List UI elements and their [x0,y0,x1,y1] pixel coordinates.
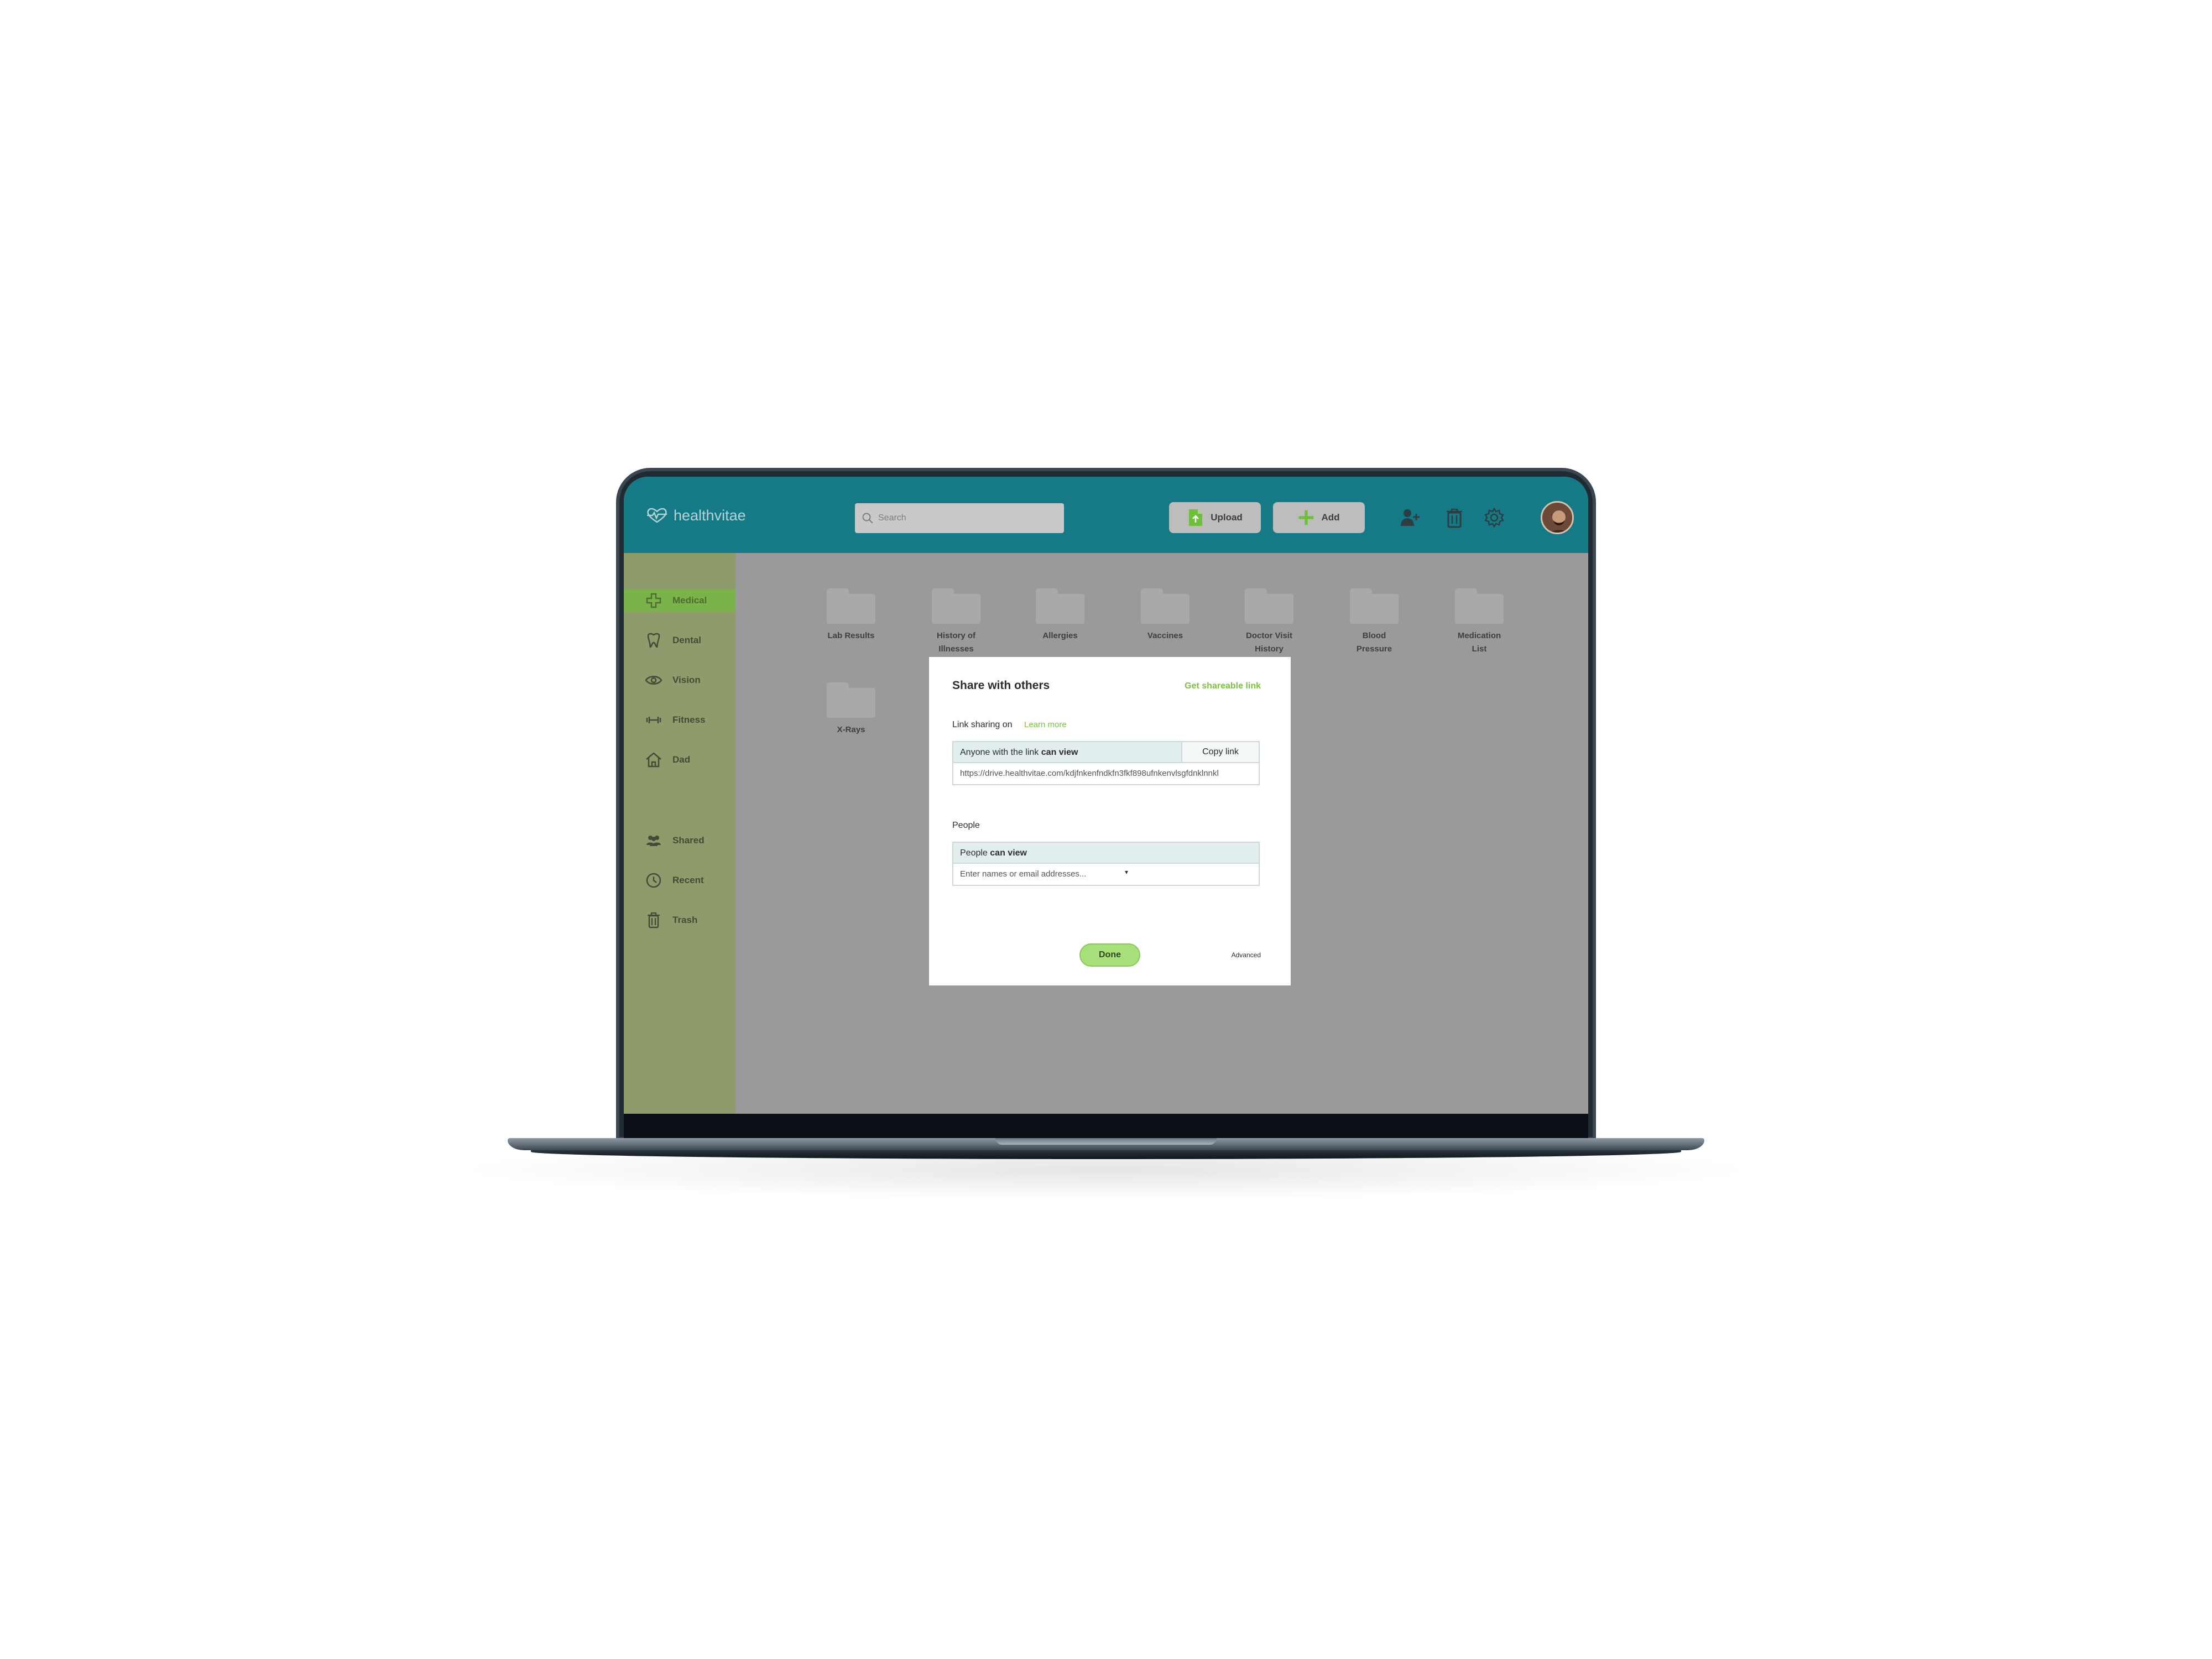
tooth-icon [647,633,660,648]
laptop-hinge-notch [995,1138,1217,1145]
house-icon [646,752,661,768]
folder-label: History of Illnesses [936,631,975,654]
sidebar: Medical Dental Vision Fitness Dad Shared… [624,553,735,1114]
sidebar-item-label: Vision [672,675,701,685]
folder-label: Vaccines [1147,631,1183,640]
dialog-title: Share with others [952,679,1050,692]
copy-link-button[interactable]: Copy link [1181,742,1259,762]
folder-icon [1455,588,1504,624]
plus-icon [1299,510,1314,525]
folder-allergies[interactable]: Allergies [1024,588,1096,643]
app-header: healthvitae Search Upload Add [624,477,1588,553]
sidebar-item-shared[interactable]: Shared [624,830,735,852]
sidebar-item-label: Recent [672,875,704,885]
trash-icon [1447,508,1462,528]
stage: healthvitae Search Upload Add Medical De… [0,0,2212,1659]
folder-icon [1245,588,1293,624]
folder-doctor-visit-history[interactable]: Doctor Visit History [1233,588,1305,656]
folder-vaccines[interactable]: Vaccines [1129,588,1201,643]
folder-icon [1350,588,1399,624]
link-permission-select[interactable]: Anyone with the link can view Copy link [953,742,1259,763]
search-input[interactable]: Search [855,503,1064,533]
search-placeholder: Search [878,513,906,523]
dumbbell-icon [646,717,661,723]
upload-file-icon [1189,509,1203,526]
heart-pulse-icon [647,508,667,523]
folder-lab-results[interactable]: Lab Results [815,588,887,643]
gear-icon [1484,507,1504,528]
avatar-portrait-icon [1542,503,1572,533]
folder-label: Allergies [1042,631,1078,640]
people-section-label: People [952,821,980,830]
folder-history-of-illnesses[interactable]: History of Illnesses [920,588,992,656]
sidebar-item-trash[interactable]: Trash [624,909,735,931]
sidebar-item-vision[interactable]: Vision [624,669,735,691]
settings-button[interactable] [1482,505,1506,530]
medical-cross-icon [646,593,661,608]
folder-label: Medication List [1457,631,1501,654]
folder-label: Lab Results [827,631,875,640]
folder-icon [827,682,875,718]
sidebar-item-medical[interactable]: Medical [624,589,735,612]
screen-bottom-bezel [624,1114,1588,1138]
sidebar-item-dad[interactable]: Dad [624,749,735,771]
add-user-icon [1401,509,1420,526]
sidebar-item-fitness[interactable]: Fitness [624,709,735,731]
sidebar-item-label: Trash [672,915,698,925]
folder-icon [1036,588,1084,624]
folder-label: Blood Pressure [1356,631,1392,654]
folder-label: Doctor Visit History [1246,631,1292,654]
people-share-box: People can view Enter names or email add… [952,842,1260,886]
folder-x-rays[interactable]: X-Rays [815,682,887,737]
sidebar-item-dental[interactable]: Dental [624,629,735,651]
brand-logo[interactable]: healthvitae [646,505,746,525]
upload-label: Upload [1211,512,1243,523]
people-permission-text: People can view [960,848,1027,858]
sidebar-item-label: Dad [672,754,691,765]
advanced-link[interactable]: Advanced [1232,951,1261,959]
link-share-box: Anyone with the link can view Copy link … [952,741,1260,785]
folder-label: X-Rays [837,725,865,734]
share-url-field[interactable]: https://drive.healthvitae.com/kdjfnkenfn… [960,769,1256,778]
trash-icon [648,912,660,928]
add-user-button[interactable] [1398,505,1422,530]
people-email-input[interactable]: Enter names or email addresses... [960,869,1126,879]
sidebar-item-label: Medical [672,595,707,606]
add-button[interactable]: Add [1273,502,1365,533]
eye-icon [645,676,662,685]
people-icon [646,836,661,846]
folder-medication-list[interactable]: Medication List [1443,588,1515,656]
upload-button[interactable]: Upload [1169,502,1261,533]
search-icon [862,513,873,524]
add-label: Add [1321,512,1340,523]
sidebar-item-recent[interactable]: Recent [624,869,735,891]
user-avatar[interactable] [1541,501,1574,534]
folder-icon [1141,588,1190,624]
learn-more-link[interactable]: Learn more [1024,720,1067,729]
laptop-screen: healthvitae Search Upload Add Medical De… [624,477,1588,1114]
dropdown-caret-icon[interactable]: ▾ [1125,868,1128,876]
sidebar-item-label: Shared [672,835,705,846]
link-sharing-status: Link sharing on [952,720,1013,729]
folder-icon [827,588,875,624]
sidebar-item-label: Dental [672,635,701,645]
clock-icon [646,873,661,888]
folder-blood-pressure[interactable]: Blood Pressure [1338,588,1410,656]
sidebar-item-label: Fitness [672,714,706,725]
folder-icon [932,588,980,624]
done-button[interactable]: Done [1079,943,1140,967]
get-shareable-link[interactable]: Get shareable link [1185,681,1261,691]
link-permission-text: Anyone with the link can view [960,748,1078,757]
brand-name: healthvitae [674,507,746,524]
delete-button[interactable] [1442,505,1467,530]
people-permission-select[interactable]: People can view [953,843,1259,864]
share-dialog: Share with others Get shareable link Lin… [929,657,1291,985]
